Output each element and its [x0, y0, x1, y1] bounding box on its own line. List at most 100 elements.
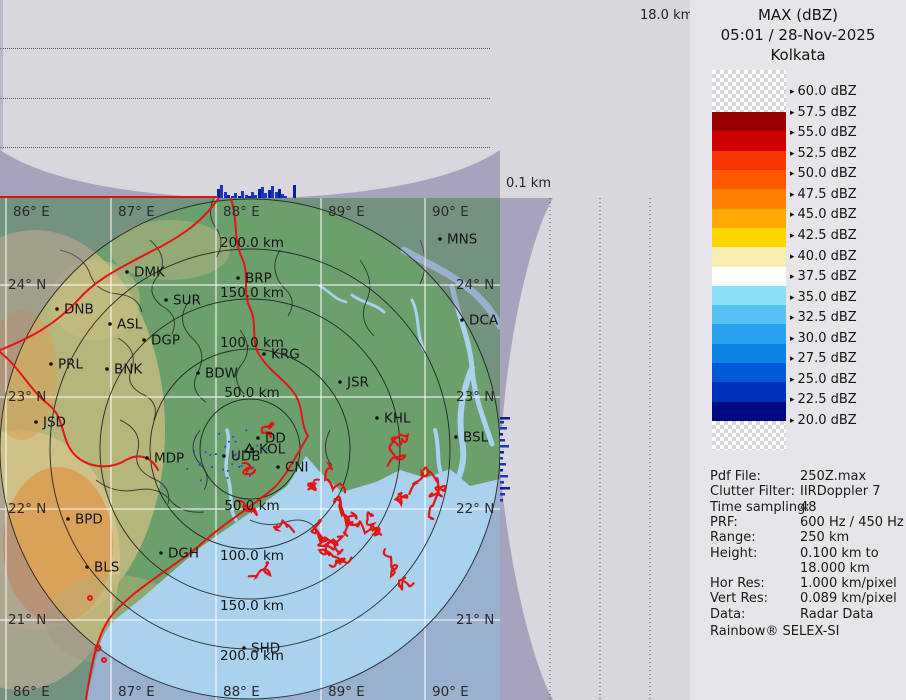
scale-tick-arrow: ▸ — [790, 87, 795, 97]
dbz-scale-label: ▸20.0 dBZ — [790, 414, 857, 428]
echo-tick — [500, 445, 509, 448]
scale-tick-arrow: ▸ — [790, 210, 795, 220]
city-pixel — [252, 467, 254, 469]
station-dot-BLS — [85, 565, 89, 569]
station-dot-BDW — [196, 371, 200, 375]
scale-tick-arrow: ▸ — [790, 169, 795, 179]
station-dot-DGH — [159, 551, 163, 555]
height-axis-max-label: 18.0 km — [640, 8, 693, 23]
scale-tick-arrow: ▸ — [790, 231, 795, 241]
colorbar-band — [712, 267, 786, 287]
height-gridline — [0, 48, 490, 49]
station-label-DCA: DCA — [469, 313, 499, 329]
echo-tick — [500, 433, 503, 436]
ring-label: 100.0 km — [220, 548, 284, 564]
city-pixel — [228, 441, 230, 443]
echo-tick — [500, 499, 503, 502]
ring-label: 150.0 km — [220, 598, 284, 614]
ring-label: 50.0 km — [224, 385, 279, 401]
echo-tick — [500, 417, 510, 420]
colorbar-band — [712, 209, 786, 229]
scale-tick-arrow: ▸ — [790, 293, 795, 303]
scale-tick-arrow: ▸ — [790, 190, 795, 200]
lon-label: 87° E — [118, 684, 155, 700]
radar-display-window: DMKBRPMNSSURDNBASLDCADGPKRGPRLBNKBDWJSRK… — [0, 0, 906, 700]
station-label-PRL: PRL — [58, 357, 84, 373]
station-dot-JSD — [34, 420, 38, 424]
echo-tick — [500, 427, 507, 430]
scale-tick-arrow: ▸ — [790, 354, 795, 364]
lat-label: 23° N — [8, 389, 46, 405]
software-credit: Rainbow® SELEX-SI — [710, 624, 840, 639]
scale-tick-arrow: ▸ — [790, 313, 795, 323]
city-pixel — [222, 469, 224, 471]
lat-label: 21° N — [8, 612, 46, 628]
scan-datetime: 05:01 / 28-Nov-2025 — [690, 26, 906, 44]
dbz-scale-label: ▸35.0 dBZ — [790, 291, 857, 305]
station-label-JSD: JSD — [42, 415, 66, 431]
metadata-value: 48 — [800, 500, 817, 515]
station-dot-DMK — [125, 270, 129, 274]
city-pixel — [211, 466, 213, 468]
station-dot-KRG — [262, 352, 266, 356]
colorbar-band — [712, 112, 786, 132]
lat-label: 22° N — [8, 501, 46, 517]
station-dot-PRL — [49, 362, 53, 366]
echo-tick — [500, 493, 505, 496]
station-dot-KHL — [375, 416, 379, 420]
city-pixel — [200, 479, 202, 481]
echo-tick — [500, 469, 503, 472]
colorbar-band — [712, 382, 786, 402]
echo-tick — [500, 451, 504, 454]
metadata-value: 250 km — [800, 530, 849, 545]
scale-tick-arrow: ▸ — [790, 272, 795, 282]
echo-tick — [500, 475, 508, 478]
metadata-label: Data: — [710, 607, 745, 622]
metadata-label: Range: — [710, 530, 756, 545]
colorbar-band — [712, 170, 786, 190]
lon-label: 86° E — [13, 204, 50, 220]
metadata-value: IIRDoppler 7 — [800, 484, 881, 499]
scale-tick-arrow: ▸ — [790, 416, 795, 426]
city-pixel — [235, 441, 237, 443]
dbz-scale-label: ▸32.5 dBZ — [790, 311, 857, 325]
dbz-scale-label: ▸30.0 dBZ — [790, 332, 857, 346]
station-label-CNI: CNI — [285, 460, 309, 476]
city-pixel — [241, 465, 243, 467]
city-pixel — [224, 446, 226, 448]
dbz-scale-label: ▸57.5 dBZ — [790, 106, 857, 120]
city-pixel — [215, 453, 217, 455]
station-dot-DCA — [460, 318, 464, 322]
beam-dome-shading — [0, 0, 500, 198]
city-pixel — [227, 477, 229, 479]
station-label-KOL: KOL — [259, 442, 286, 458]
station-label-BPD: BPD — [75, 512, 103, 528]
colorbar-band — [712, 363, 786, 383]
lat-label: 23° N — [456, 389, 494, 405]
metadata-label: Height: — [710, 546, 757, 561]
scale-tick-arrow: ▸ — [790, 149, 795, 159]
station-dot-ASL — [108, 322, 112, 326]
metadata-value: 600 Hz / 450 Hz — [800, 515, 904, 530]
metadata-label: Time sampling: — [710, 500, 810, 515]
city-pixel — [199, 464, 201, 466]
metadata-label: Pdf File: — [710, 469, 761, 484]
colorbar-band — [712, 131, 786, 151]
echo-tick — [500, 457, 503, 460]
height-gridline — [0, 98, 490, 99]
dbz-scale-label: ▸40.0 dBZ — [790, 250, 857, 264]
ring-label: 200.0 km — [220, 235, 284, 251]
station-label-ASL: ASL — [117, 317, 143, 333]
scale-tick-arrow: ▸ — [790, 375, 795, 385]
echo-tick — [500, 463, 506, 466]
city-pixel — [249, 475, 251, 477]
product-title: MAX (dBZ) — [690, 6, 906, 24]
radar-station-name: Kolkata — [690, 46, 906, 64]
colorbar-band — [712, 344, 786, 364]
metadata-label: PRF: — [710, 515, 738, 530]
lon-label: 88° E — [223, 684, 260, 700]
station-dot-DGP — [142, 338, 146, 342]
dbz-colorbar — [712, 70, 786, 450]
city-pixel — [209, 454, 211, 456]
dbz-scale-label: ▸47.5 dBZ — [790, 188, 857, 202]
